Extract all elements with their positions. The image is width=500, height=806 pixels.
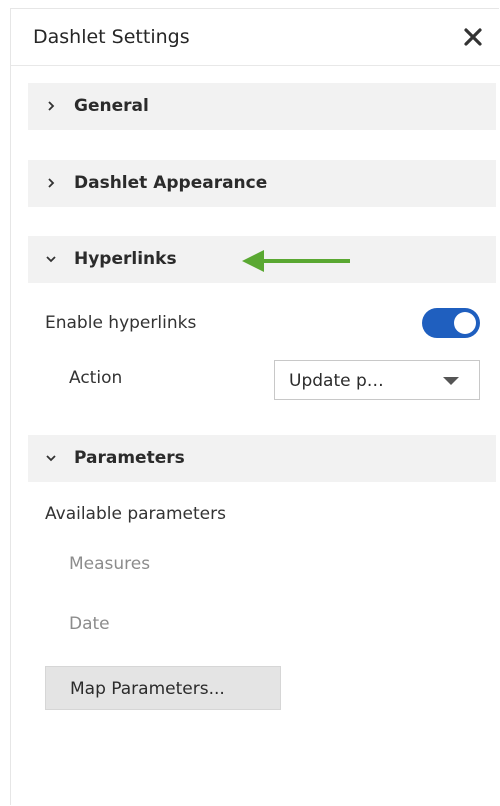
action-select[interactable]: Update p…	[274, 360, 480, 400]
parameter-item-date[interactable]: Date	[69, 614, 110, 634]
panel-header: Dashlet Settings	[11, 9, 500, 66]
toggle-knob	[454, 312, 476, 334]
action-select-value: Update p…	[289, 371, 384, 391]
section-general[interactable]: General	[28, 83, 496, 130]
enable-hyperlinks-toggle[interactable]	[422, 308, 480, 338]
chevron-down-icon	[46, 256, 56, 263]
chevron-down-icon	[46, 455, 56, 462]
close-icon	[464, 28, 482, 46]
section-appearance-label: Dashlet Appearance	[74, 173, 268, 193]
section-parameters[interactable]: Parameters	[28, 435, 496, 482]
map-parameters-label: Map Parameters...	[70, 679, 225, 699]
enable-hyperlinks-label: Enable hyperlinks	[45, 313, 197, 333]
caret-down-icon	[443, 377, 459, 385]
panel-title: Dashlet Settings	[33, 26, 190, 48]
close-button[interactable]	[460, 24, 486, 50]
chevron-right-icon	[48, 101, 55, 111]
section-general-label: General	[74, 96, 149, 116]
section-hyperlinks-label: Hyperlinks	[74, 249, 177, 269]
available-parameters-label: Available parameters	[45, 504, 226, 524]
map-parameters-button[interactable]: Map Parameters...	[45, 666, 281, 710]
section-parameters-label: Parameters	[74, 448, 185, 468]
dashlet-settings-panel: Dashlet Settings General Dashlet Appeara…	[10, 8, 500, 805]
parameter-item-measures[interactable]: Measures	[69, 554, 150, 574]
action-label: Action	[69, 368, 123, 388]
section-dashlet-appearance[interactable]: Dashlet Appearance	[28, 160, 496, 207]
chevron-right-icon	[48, 178, 55, 188]
annotation-arrow-icon	[242, 250, 350, 272]
